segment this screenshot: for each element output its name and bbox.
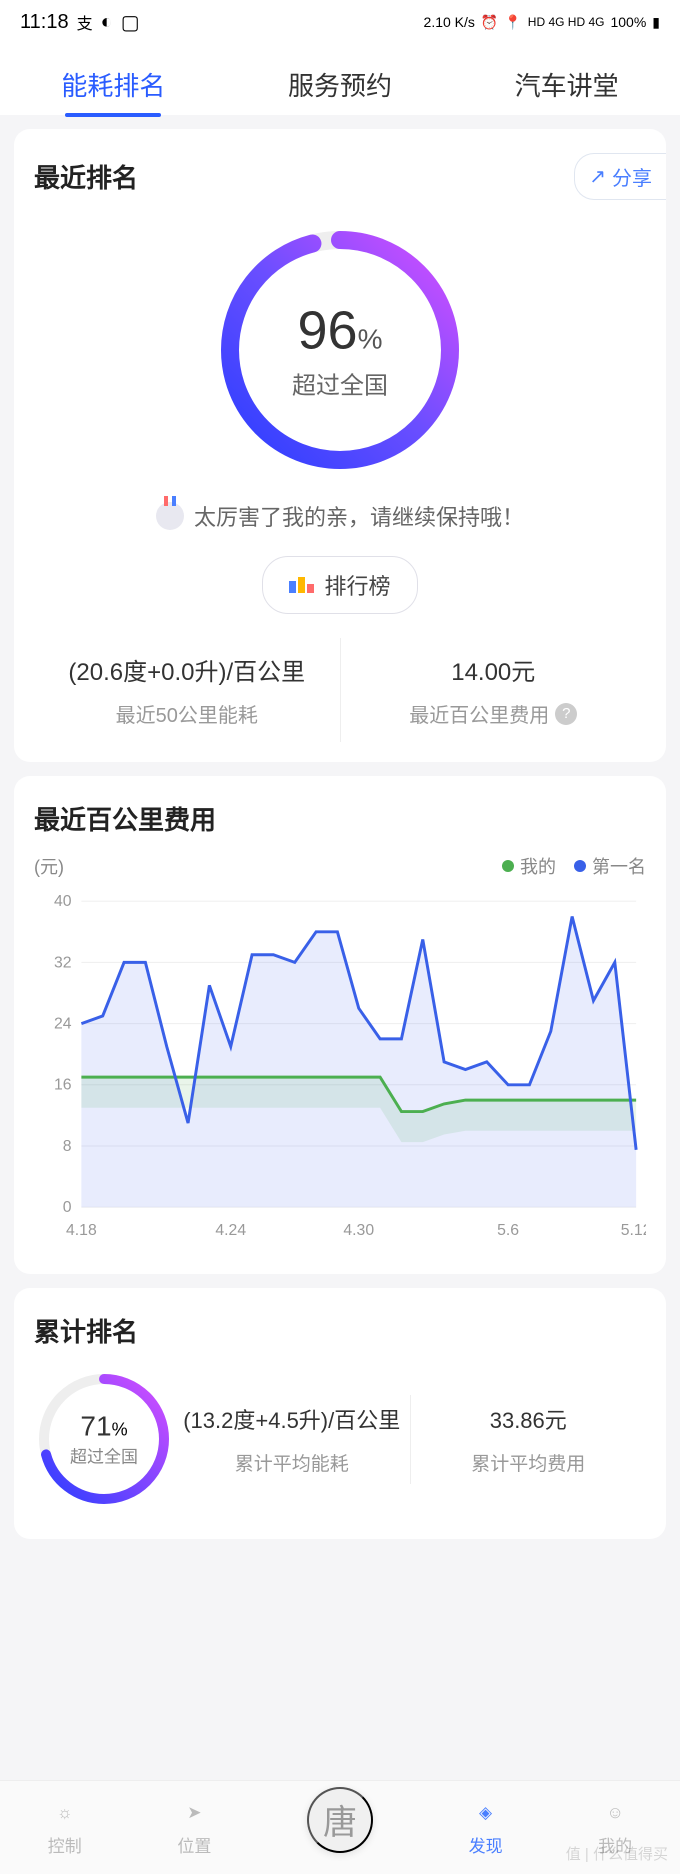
svg-text:5.6: 5.6 xyxy=(497,1222,519,1239)
podium-icon xyxy=(289,577,314,593)
cost-line-chart: 0 8 16 24 32 40 4.18 4.24 4.30 5.6 5.12 xyxy=(34,889,646,1249)
nav-label: 位置 xyxy=(177,1832,211,1857)
recent-consumption-stat: (20.6度+0.0升)/百公里 最近50公里能耗 xyxy=(34,638,341,742)
nav-center-button[interactable]: 唐 xyxy=(307,1787,373,1853)
nav-location[interactable]: ➤ 位置 xyxy=(177,1798,211,1857)
recent-ring-gauge: 96% 超过全国 xyxy=(210,220,470,480)
chart-legend: 我的 第一名 xyxy=(502,853,646,879)
legend-dot-mine xyxy=(502,860,514,872)
cum-stat-label: 累计平均费用 xyxy=(419,1449,639,1476)
cum-stat-value: 33.86元 xyxy=(419,1403,639,1435)
svg-text:16: 16 xyxy=(54,1077,72,1094)
status-bar: 11:18 支 ◐ ▢ 2.10 K/s ⏰ 📍 HD 4G HD 4G 100… xyxy=(0,0,680,44)
net-speed: 2.10 K/s xyxy=(424,14,475,30)
ring-value: 96 xyxy=(298,301,358,361)
recent-ranking-card: 最近排名 ↗ 分享 96% 超过全国 太厉害了我的亲，请继续保持哦！ xyxy=(14,129,666,762)
cum-ring-value: 71 xyxy=(80,1411,111,1442)
svg-text:0: 0 xyxy=(63,1199,72,1216)
legend-mine: 我的 xyxy=(520,853,556,879)
ring-pct-sign: % xyxy=(358,324,383,355)
cumulative-cost-stat: 33.86元 累计平均费用 xyxy=(411,1395,647,1484)
cost-chart-title: 最近百公里费用 xyxy=(34,800,646,837)
tab-energy-ranking[interactable]: 能耗排名 xyxy=(53,54,173,115)
medal-icon xyxy=(156,502,184,530)
cumulative-ranking-card: 累计排名 71% 超过全国 (13.2度+4.5升)/百公里 累计平均能耗 33… xyxy=(14,1288,666,1539)
ring-subtitle: 超过全国 xyxy=(292,366,388,401)
svg-text:32: 32 xyxy=(54,954,72,971)
top-tabs: 能耗排名 服务预约 汽车讲堂 xyxy=(0,44,680,115)
svg-text:4.24: 4.24 xyxy=(215,1222,246,1239)
help-icon[interactable]: ? xyxy=(555,703,577,725)
share-label: 分享 xyxy=(612,162,652,191)
cum-ring-subtitle: 超过全国 xyxy=(70,1443,138,1468)
chart-unit: (元) xyxy=(34,853,64,879)
cumulative-ring-gauge: 71% 超过全国 xyxy=(34,1369,174,1509)
signal-icons: HD 4G HD 4G xyxy=(528,15,605,29)
cum-stat-label: 累计平均能耗 xyxy=(182,1449,402,1476)
tab-car-lecture[interactable]: 汽车讲堂 xyxy=(507,54,627,115)
status-time: 11:18 xyxy=(20,11,69,34)
battery-pct: 100% xyxy=(610,14,646,30)
svg-text:5.12: 5.12 xyxy=(621,1222,646,1239)
nav-discover[interactable]: ◈ 发现 xyxy=(469,1798,503,1857)
stat-value: 14.00元 xyxy=(349,652,639,687)
stat-label: 最近50公里能耗 xyxy=(42,699,332,728)
center-label: 唐 xyxy=(323,1795,357,1844)
discover-icon: ◈ xyxy=(471,1798,501,1828)
svg-text:4.18: 4.18 xyxy=(66,1222,97,1239)
location-icon: ➤ xyxy=(179,1798,209,1828)
gps-icon: 📍 xyxy=(504,14,521,31)
stat-label: 最近百公里费用 xyxy=(409,699,549,728)
svg-text:24: 24 xyxy=(54,1016,72,1033)
alarm-icon: ⏰ xyxy=(481,14,498,31)
battery-icon: ▮ xyxy=(652,14,660,31)
cum-ring-pct: % xyxy=(112,1420,128,1440)
legend-dot-first xyxy=(574,860,586,872)
svg-text:4.30: 4.30 xyxy=(343,1222,374,1239)
nav-control[interactable]: ☼ 控制 xyxy=(48,1798,82,1857)
profile-icon: ☺ xyxy=(600,1798,630,1828)
cost-chart-card: 最近百公里费用 (元) 我的 第一名 0 8 16 24 32 40 4.18 4.24 4.3… xyxy=(14,776,666,1274)
svg-text:8: 8 xyxy=(63,1138,72,1155)
leaderboard-button[interactable]: 排行榜 xyxy=(262,556,417,614)
cumulative-title: 累计排名 xyxy=(34,1312,646,1349)
image-icon: ▢ xyxy=(121,10,140,35)
recent-cost-stat: 14.00元 最近百公里费用? xyxy=(341,638,647,742)
legend-first: 第一名 xyxy=(592,853,646,879)
stat-value: (20.6度+0.0升)/百公里 xyxy=(42,652,332,687)
alipay-icon: 支 xyxy=(77,10,93,34)
cumulative-consumption-stat: (13.2度+4.5升)/百公里 累计平均能耗 xyxy=(174,1395,411,1484)
cum-stat-value: (13.2度+4.5升)/百公里 xyxy=(182,1403,402,1435)
share-button[interactable]: ↗ 分享 xyxy=(574,153,666,200)
status-dot-icon: ◐ xyxy=(101,11,113,34)
tab-service-booking[interactable]: 服务预约 xyxy=(280,54,400,115)
nav-label: 控制 xyxy=(48,1832,82,1857)
leaderboard-label: 排行榜 xyxy=(324,569,390,601)
share-icon: ↗ xyxy=(589,164,606,189)
recent-ranking-title: 最近排名 xyxy=(34,158,138,195)
nav-label: 发现 xyxy=(469,1832,503,1857)
praise-text: 太厉害了我的亲，请继续保持哦！ xyxy=(34,500,646,532)
svg-text:40: 40 xyxy=(54,893,72,910)
control-icon: ☼ xyxy=(50,1798,80,1828)
watermark: 值 | 什么值得买 xyxy=(566,1843,668,1864)
